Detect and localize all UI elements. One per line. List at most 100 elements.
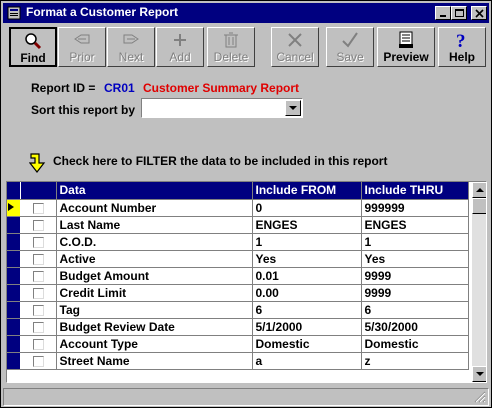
report-name: Customer Summary Report [143,81,300,95]
data-cell[interactable]: Account Number [56,199,253,217]
filter-checkbox-cell[interactable] [20,216,57,234]
resize-grip-icon[interactable] [474,391,486,403]
data-cell[interactable]: Active [56,250,253,268]
scroll-down-button[interactable] [472,366,486,382]
filter-checkbox-cell[interactable] [20,284,57,302]
filter-checkbox-cell[interactable] [20,267,57,285]
minimize-button[interactable] [435,6,451,20]
filter-checkbox[interactable] [32,321,44,333]
from-cell[interactable]: 0.00 [252,284,362,302]
thru-cell[interactable]: 9999 [361,284,469,302]
sort-by-dropdown[interactable] [141,98,303,118]
thru-cell[interactable]: Domestic [361,335,469,353]
preview-button[interactable]: Preview [377,27,435,67]
thru-column-header[interactable]: Include THRU [361,182,469,200]
row-selector[interactable] [7,267,21,285]
filter-checkbox-cell[interactable] [20,301,57,319]
close-button[interactable] [471,6,487,20]
table-row[interactable]: Street Name a z [7,352,469,370]
row-selector[interactable] [7,199,21,217]
save-button[interactable]: Save [326,27,374,67]
from-cell[interactable]: ENGES [252,216,362,234]
thru-cell[interactable]: z [361,352,469,370]
help-button[interactable]: ? Help [438,27,486,67]
row-selector[interactable] [7,352,21,370]
filter-checkbox[interactable] [32,253,44,265]
thru-cell[interactable]: 5/30/2000 [361,318,469,336]
data-cell[interactable]: Tag [56,301,253,319]
from-cell[interactable]: 5/1/2000 [252,318,362,336]
filter-checkbox-cell[interactable] [20,233,57,251]
filter-checkbox[interactable] [32,304,44,316]
filter-checkbox[interactable] [32,355,44,367]
maximize-button[interactable] [451,6,467,20]
data-cell[interactable]: C.O.D. [56,233,253,251]
row-selector[interactable] [7,318,21,336]
title-bar[interactable]: Format a Customer Report [3,3,489,23]
filter-checkbox[interactable] [32,270,44,282]
filter-checkbox[interactable] [32,287,44,299]
thru-cell[interactable]: 1 [361,233,469,251]
dropdown-button[interactable] [285,100,301,116]
from-cell[interactable]: 1 [252,233,362,251]
table-row[interactable]: Active Yes Yes [7,250,469,268]
table-row[interactable]: Account Type Domestic Domestic [7,335,469,353]
table-row[interactable]: C.O.D. 1 1 [7,233,469,251]
table-row[interactable]: Budget Amount 0.01 9999 [7,267,469,285]
data-cell[interactable]: Street Name [56,352,253,370]
filter-checkbox-cell[interactable] [20,250,57,268]
filter-checkbox-cell[interactable] [20,352,57,370]
from-cell[interactable]: 0.01 [252,267,362,285]
thru-cell[interactable]: 6 [361,301,469,319]
cancel-button[interactable]: Cancel [271,27,319,67]
from-cell[interactable]: 0 [252,199,362,217]
minimize-icon [440,15,446,17]
prior-button[interactable]: Prior [58,27,106,67]
thru-cell[interactable]: 9999 [361,267,469,285]
add-button[interactable]: Add [156,27,204,67]
table-row[interactable]: Budget Review Date 5/1/2000 5/30/2000 [7,318,469,336]
filter-checkbox[interactable] [32,219,44,231]
next-button[interactable]: Next [107,27,155,67]
thru-cell[interactable]: ENGES [361,216,469,234]
data-column-header[interactable]: Data [56,182,253,200]
data-cell[interactable]: Last Name [56,216,253,234]
filter-checkbox-cell[interactable] [20,335,57,353]
from-cell[interactable]: Domestic [252,335,362,353]
table-row[interactable]: Last Name ENGES ENGES [7,216,469,234]
table-row[interactable]: Credit Limit 0.00 9999 [7,284,469,302]
row-selector[interactable] [7,250,21,268]
row-selector[interactable] [7,301,21,319]
thru-cell[interactable]: Yes [361,250,469,268]
filter-checkbox-cell[interactable] [20,318,57,336]
chevron-down-icon [289,106,297,110]
table-row[interactable]: Account Number 0 999999 [7,199,469,217]
row-selector[interactable] [7,233,21,251]
row-selector[interactable] [7,216,21,234]
data-cell[interactable]: Account Type [56,335,253,353]
from-column-header[interactable]: Include FROM [252,182,362,200]
filter-checkbox[interactable] [32,236,44,248]
save-label: Save [336,50,364,64]
filter-table: Data Include FROM Include THRU Account N… [7,182,469,370]
filter-checkbox-cell[interactable] [20,199,57,217]
filter-checkbox[interactable] [32,202,44,214]
filter-checkbox[interactable] [32,338,44,350]
thru-cell[interactable]: 999999 [361,199,469,217]
from-cell[interactable]: 6 [252,301,362,319]
data-cell[interactable]: Budget Review Date [56,318,253,336]
delete-button[interactable]: Delete [207,27,255,67]
find-button[interactable]: Find [9,27,57,67]
vertical-scrollbar[interactable] [472,182,486,382]
scroll-thumb[interactable] [472,198,486,214]
data-cell[interactable]: Credit Limit [56,284,253,302]
row-selector[interactable] [7,284,21,302]
scroll-up-button[interactable] [472,182,486,198]
from-cell[interactable]: a [252,352,362,370]
table-row[interactable]: Tag 6 6 [7,301,469,319]
row-selector[interactable] [7,335,21,353]
hand-left-icon [74,34,90,44]
row-pointer-icon [8,202,14,211]
data-cell[interactable]: Budget Amount [56,267,253,285]
from-cell[interactable]: Yes [252,250,362,268]
